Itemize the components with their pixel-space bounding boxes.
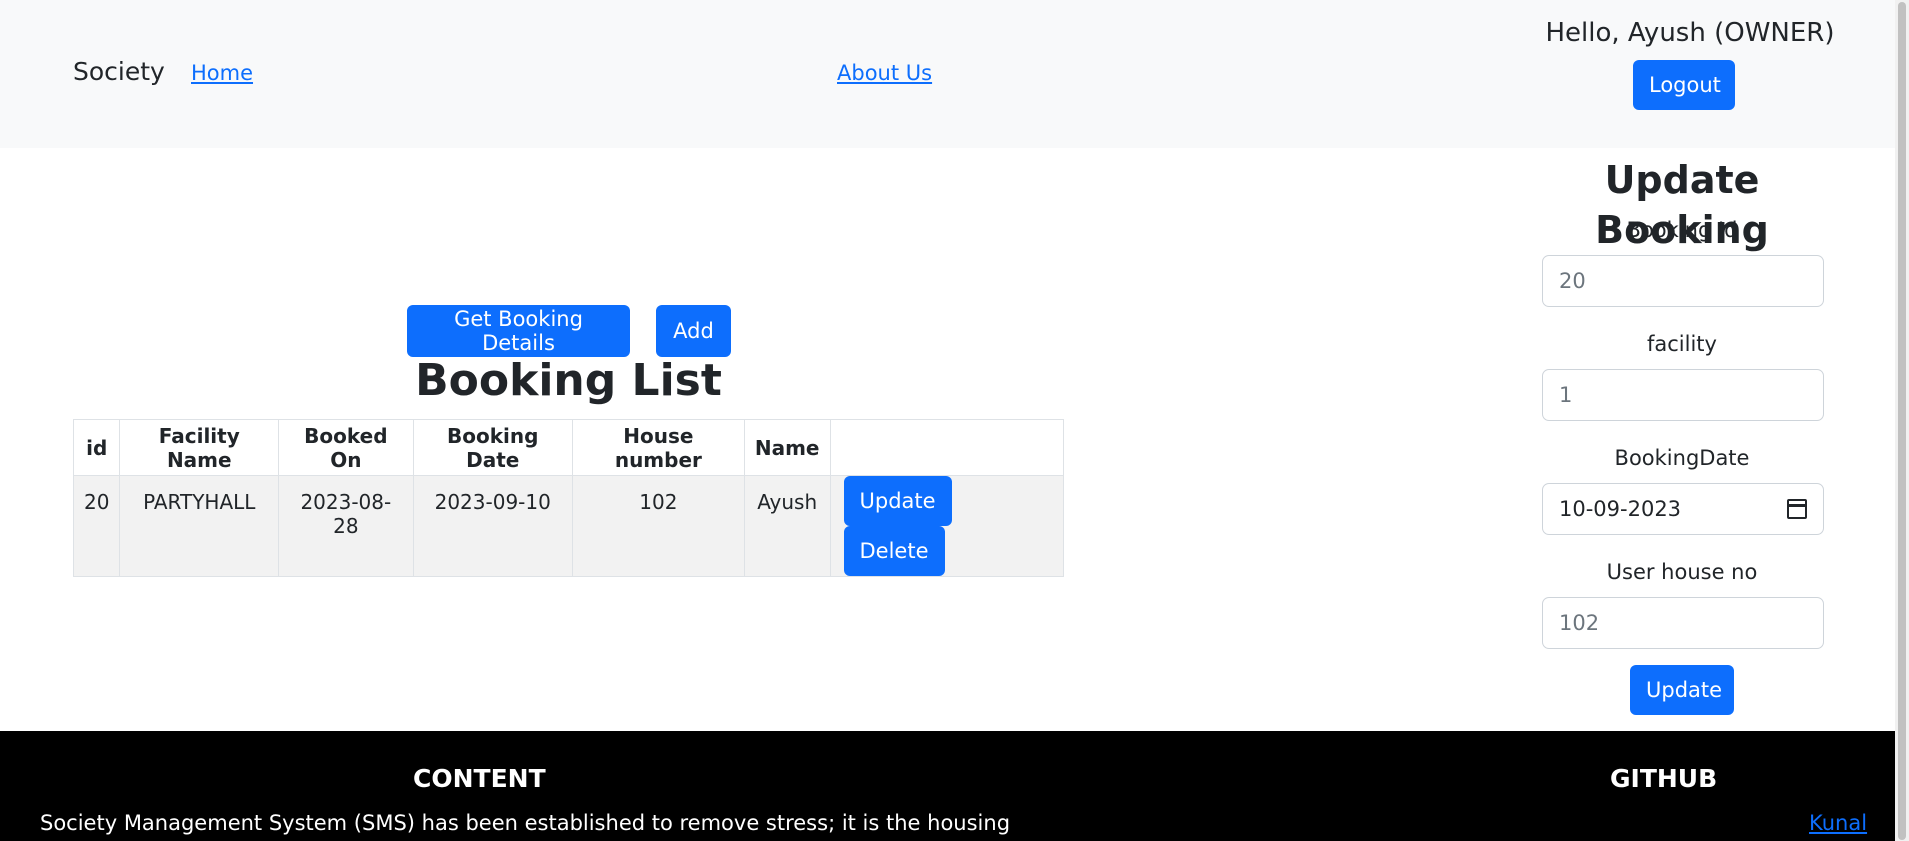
facility-input[interactable]: 1 [1542,369,1824,421]
footer-content-heading: CONTENT [413,764,546,793]
booking-id-value: 20 [1559,269,1586,293]
facility-label: facility [1647,332,1717,356]
cell-house-number: 102 [571,475,745,577]
facility-value: 1 [1559,383,1573,407]
get-booking-details-button[interactable]: Get Booking Details [407,305,630,357]
column-header-house-number: House number [571,419,745,476]
column-header-name: Name [743,419,831,476]
row-delete-button[interactable]: Delete [843,526,945,576]
footer-content-text: Society Management System (SMS) has been… [40,811,1011,835]
brand[interactable]: Society [73,57,165,86]
user-greeting: Hello, Ayush (OWNER) [1545,18,1835,48]
footer-github-heading: GITHUB [1610,764,1718,793]
booking-list-title: Booking List [415,355,722,406]
cell-id: 20 [72,475,121,577]
table-row: 20 PARTYHALL 2023-08-28 2023-09-10 102 A… [72,475,1064,577]
booking-date-input[interactable]: 10-09-2023 [1542,483,1824,535]
cell-name: Ayush [743,475,831,577]
user-house-no-label: User house no [1606,560,1758,584]
booking-id-input[interactable]: 20 [1542,255,1824,307]
column-header-booked-on: Booked On [278,419,414,476]
navbar: Society Home About Us Hello, Ayush (OWNE… [0,0,1895,148]
page-scrollbar[interactable] [1895,0,1909,841]
column-header-booking-date: Booking Date [412,419,573,476]
update-booking-title: Update Booking [1595,158,1769,252]
footer-github-link[interactable]: Kunal [1809,811,1867,835]
nav-link-home[interactable]: Home [191,61,253,85]
add-booking-button[interactable]: Add [656,305,731,357]
booking-date-value: 10-09-2023 [1559,497,1682,521]
nav-link-about-us[interactable]: About Us [837,61,932,85]
update-booking-form: Update Booking Booking Id 20 facility 1 … [1540,155,1824,715]
cell-booking-date: 2023-09-10 [412,475,573,577]
page: Society Home About Us Hello, Ayush (OWNE… [0,0,1909,841]
cell-facility-name: PARTYHALL [119,475,280,577]
logout-button[interactable]: Logout [1633,60,1735,110]
booking-id-label: Booking Id [1626,218,1738,242]
row-update-button[interactable]: Update [843,476,952,526]
update-submit-button[interactable]: Update [1630,665,1734,715]
booking-table: id Facility Name Booked On Booking Date … [72,419,1064,577]
column-header-facility-name: Facility Name [119,419,280,476]
calendar-icon[interactable] [1787,499,1807,519]
cell-actions: Update Delete [829,475,1064,577]
user-house-no-input[interactable]: 102 [1542,597,1824,649]
user-house-no-value: 102 [1559,611,1600,635]
cell-booked-on: 2023-08-28 [278,475,414,577]
footer: CONTENT GITHUB Society Management System… [0,731,1895,841]
booking-date-label: BookingDate [1614,446,1750,470]
column-header-id: id [72,419,121,476]
scrollbar-thumb[interactable] [1898,2,1906,840]
table-header-row: id Facility Name Booked On Booking Date … [72,419,1064,476]
form-submit-wrap: Update [1540,665,1824,715]
column-header-actions [829,419,1064,476]
